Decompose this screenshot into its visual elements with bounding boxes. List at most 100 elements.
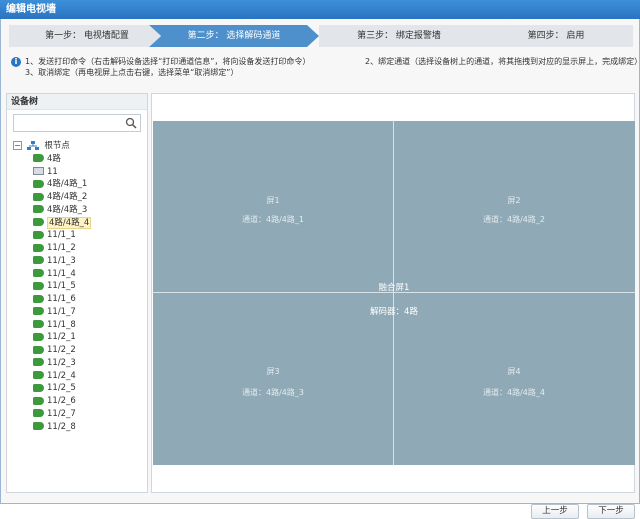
fused-screen-label: 融合屏1: [378, 283, 410, 293]
camera-icon: [33, 371, 44, 379]
camera-icon: [33, 396, 44, 405]
info-icon: i: [11, 57, 21, 67]
tree-item[interactable]: 4路: [13, 153, 145, 166]
tree-item-label: 4路/4路_4: [47, 216, 92, 229]
tree-item[interactable]: 11/2_4: [13, 370, 145, 383]
tree-item[interactable]: 4路/4路_2: [13, 191, 145, 204]
tree-item-label: 11/1_3: [47, 255, 76, 266]
tree-item-label: 11/1_6: [47, 294, 76, 304]
camera-icon: [33, 154, 44, 163]
tree-item-label: 11/2_5: [47, 383, 76, 394]
search-icon[interactable]: [125, 117, 137, 129]
tree-item[interactable]: 4路/4路_4: [13, 216, 145, 230]
camera-icon: [33, 218, 44, 226]
tree-item-label: 4路/4路_3: [47, 204, 88, 215]
tree-item[interactable]: 11/2_7: [13, 408, 145, 421]
tree-item[interactable]: 11/2_2: [13, 344, 145, 357]
device-tree: − 根节点 4路 11 4路/4路_1 4路/4路_2 4路/4路_3 4路/4路_4 11…: [13, 140, 145, 433]
tree-item-label: 11/1_1: [47, 230, 76, 241]
tree-item[interactable]: 11/1_1: [13, 229, 145, 242]
screen-1-name[interactable]: 屏1: [153, 195, 393, 206]
tree-item-label: 11/2_1: [47, 332, 76, 343]
camera-icon: [33, 320, 44, 328]
tree-item[interactable]: 11/1_8: [13, 319, 145, 332]
camera-icon: [33, 205, 44, 214]
tree-item[interactable]: 11/2_6: [13, 395, 145, 408]
tree-item[interactable]: 4路/4路_3: [13, 204, 145, 217]
video-wall-panel: 屏1 通道：4路/4路_1 屏2 通道：4路/4路_2 融合屏1 解码器：4路 …: [151, 93, 635, 493]
collapse-icon[interactable]: −: [13, 141, 22, 150]
tree-item[interactable]: 11/2_8: [13, 421, 145, 434]
camera-icon: [33, 243, 44, 252]
tree-item-label: 11/2_7: [47, 408, 76, 419]
camera-icon: [33, 269, 44, 277]
tree-item-label: 11/2_6: [47, 396, 76, 406]
step-1-arrow: [149, 25, 161, 47]
tree-item[interactable]: 11/1_4: [13, 268, 145, 281]
screen-2-name[interactable]: 屏2: [394, 195, 634, 206]
screen-3-channel: 通道：4路/4路_3: [242, 388, 304, 397]
tree-item[interactable]: 11/1_3: [13, 255, 145, 268]
screen-3-name[interactable]: 屏3: [153, 366, 393, 377]
tree-item-label: 11/2_8: [47, 421, 76, 432]
camera-icon: [33, 179, 44, 188]
decoder-label: 解码器：4路: [370, 307, 418, 317]
tree-item-label: 11/1_7: [47, 306, 76, 317]
step-2-active[interactable]: 第二步： 选择解码通道: [149, 25, 319, 47]
camera-icon: [33, 281, 44, 290]
camera-icon: [33, 192, 44, 201]
video-wall[interactable]: 屏1 通道：4路/4路_1 屏2 通道：4路/4路_2 融合屏1 解码器：4路 …: [153, 121, 635, 465]
camera-icon: [33, 422, 44, 430]
tree-item-label: 11: [47, 166, 58, 177]
camera-icon: [33, 307, 44, 316]
screen-1-channel: 通道：4路/4路_1: [242, 215, 304, 224]
camera-icon: [33, 256, 44, 265]
tree-root-label: 根节点: [44, 141, 70, 151]
tree-item[interactable]: 11/2_5: [13, 382, 145, 395]
screen-2-channel: 通道：4路/4路_2: [483, 215, 545, 224]
screen-divider-vertical: [393, 121, 394, 465]
camera-icon: [33, 230, 44, 239]
tree-item[interactable]: 11/1_2: [13, 242, 145, 255]
tree-item-label: 11/1_2: [47, 243, 76, 253]
tree-item[interactable]: 11/1_6: [13, 293, 145, 306]
tree-item-label: 11/1_5: [47, 281, 76, 292]
screen-4-name[interactable]: 屏4: [394, 366, 634, 377]
network-node-icon: [26, 140, 39, 150]
tree-item-label: 11/2_4: [47, 370, 76, 381]
tree-item[interactable]: 11/2_1: [13, 331, 145, 344]
tree-search-input[interactable]: [14, 115, 122, 131]
step-3[interactable]: 第三步： 绑定报警墙: [319, 25, 479, 47]
device-tree-title: 设备树: [7, 94, 147, 110]
camera-icon: [33, 383, 44, 392]
monitor-icon: [33, 167, 44, 175]
tree-item[interactable]: 11/2_3: [13, 357, 145, 370]
tree-root-node[interactable]: − 根节点: [13, 140, 145, 153]
tree-item[interactable]: 11/1_5: [13, 280, 145, 293]
screen-4-channel: 通道：4路/4路_4: [483, 388, 545, 397]
tree-item-label: 4路/4路_2: [47, 192, 88, 202]
previous-step-button[interactable]: 上一步: [531, 504, 579, 519]
device-tree-panel: 设备树 − 根节点 4路 11 4路/4路_1 4路/4路_2 4路/4路_3 4路/4: [6, 93, 148, 493]
tree-item-label: 4路/4路_1: [47, 179, 88, 190]
tree-item[interactable]: 4路/4路_1: [13, 178, 145, 191]
tree-item-label: 11/1_8: [47, 319, 76, 330]
next-step-button[interactable]: 下一步: [587, 504, 635, 519]
tree-item-label: 11/1_4: [47, 268, 76, 279]
step-wizard: 第一步： 电视墙配置 第三步： 绑定报警墙 第四步： 启用 第二步： 选择解码通…: [9, 25, 633, 47]
tree-search-box: [13, 114, 141, 132]
camera-icon: [33, 345, 44, 354]
tree-item[interactable]: 11: [13, 166, 145, 179]
camera-icon: [33, 409, 44, 418]
camera-icon: [33, 294, 44, 303]
camera-icon: [33, 358, 44, 367]
step-4[interactable]: 第四步： 启用: [479, 25, 633, 47]
instruction-3: 3、取消绑定（再电视屏上点击右键，选择菜单“取消绑定”）: [25, 68, 239, 77]
tree-item-label: 11/2_3: [47, 357, 76, 368]
tree-item-label: 11/2_2: [47, 345, 76, 355]
window-title: 编辑电视墙: [0, 0, 640, 19]
tree-item[interactable]: 11/1_7: [13, 306, 145, 319]
instruction-1: 1、发送打印命令（右击解码设备选择“打印通道信息”，将向设备发送打印命令）: [25, 57, 311, 66]
dialog-body: 第一步： 电视墙配置 第三步： 绑定报警墙 第四步： 启用 第二步： 选择解码通…: [0, 19, 640, 519]
step-1[interactable]: 第一步： 电视墙配置: [9, 25, 165, 47]
